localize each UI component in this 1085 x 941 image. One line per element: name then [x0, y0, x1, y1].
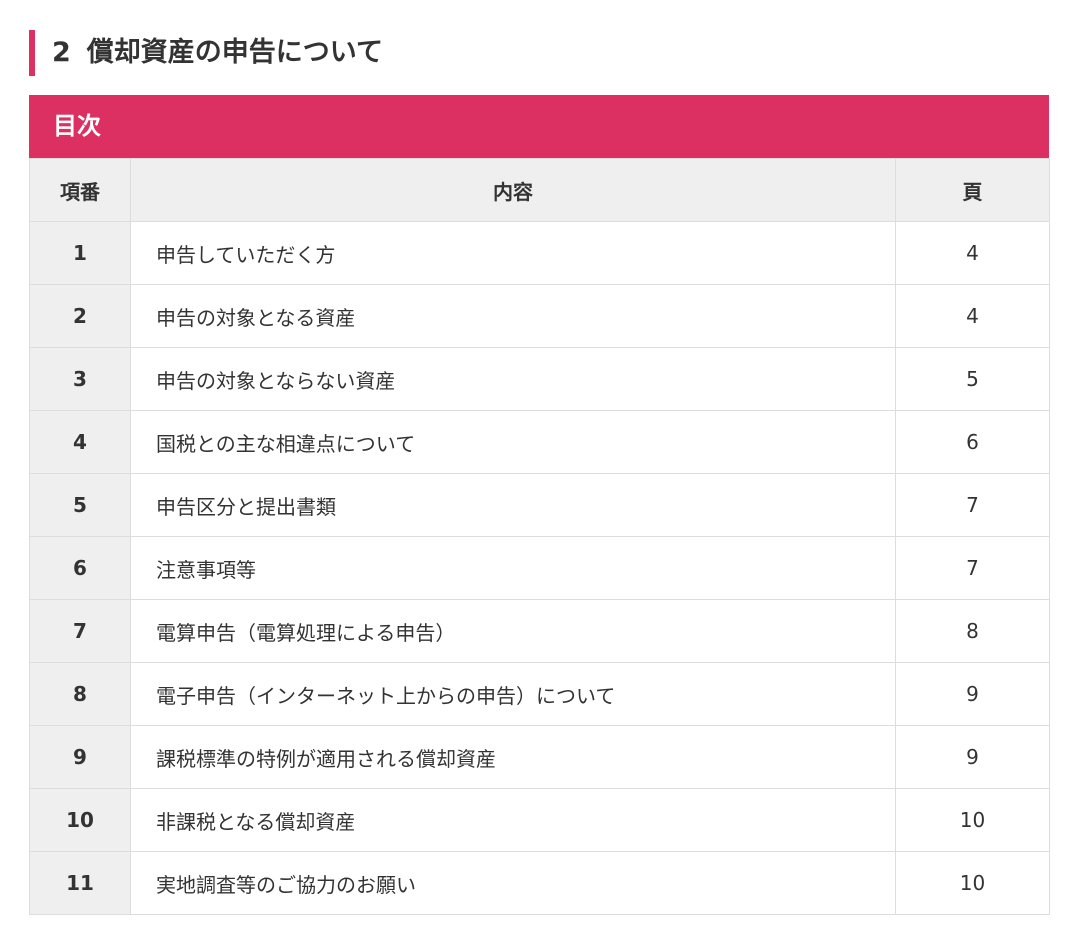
row-content: 申告していただく方	[130, 221, 896, 285]
table-row: 5 申告区分と提出書類 7	[29, 473, 1050, 537]
heading-accent-bar	[29, 30, 35, 76]
column-header-number: 項番	[29, 158, 131, 222]
row-content: 実地調査等のご協力のお願い	[130, 851, 896, 915]
row-number: 10	[29, 788, 131, 852]
column-header-content: 内容	[130, 158, 896, 222]
heading-number: 2	[52, 37, 71, 68]
row-content: 電算申告（電算処理による申告）	[130, 599, 896, 663]
toc-title: 目次	[53, 112, 101, 140]
row-page: 7	[895, 536, 1050, 600]
row-page: 4	[895, 221, 1050, 285]
table-row: 6 注意事項等 7	[29, 536, 1050, 600]
row-number: 7	[29, 599, 131, 663]
row-page: 6	[895, 410, 1050, 474]
row-content: 申告区分と提出書類	[130, 473, 896, 537]
row-number: 3	[29, 347, 131, 411]
toc-title-bar: 目次	[29, 95, 1049, 158]
table-row: 3 申告の対象とならない資産 5	[29, 347, 1050, 411]
row-page: 8	[895, 599, 1050, 663]
table-header-row: 項番 内容 頁	[29, 158, 1050, 222]
row-content: 申告の対象とならない資産	[130, 347, 896, 411]
row-number: 9	[29, 725, 131, 789]
row-content: 申告の対象となる資産	[130, 284, 896, 348]
row-number: 1	[29, 221, 131, 285]
row-content: 国税との主な相違点について	[130, 410, 896, 474]
table-row: 10 非課税となる償却資産 10	[29, 788, 1050, 852]
row-number: 6	[29, 536, 131, 600]
row-number: 5	[29, 473, 131, 537]
row-page: 9	[895, 662, 1050, 726]
heading-title: 償却資産の申告について	[86, 37, 383, 68]
row-content: 非課税となる償却資産	[130, 788, 896, 852]
table-row: 2 申告の対象となる資産 4	[29, 284, 1050, 348]
row-number: 4	[29, 410, 131, 474]
page-title: 2 償却資産の申告について	[52, 30, 383, 76]
column-header-page: 頁	[895, 158, 1050, 222]
table-row: 9 課税標準の特例が適用される償却資産 9	[29, 725, 1050, 789]
table-row: 4 国税との主な相違点について 6	[29, 410, 1050, 474]
row-page: 5	[895, 347, 1050, 411]
row-content: 課税標準の特例が適用される償却資産	[130, 725, 896, 789]
row-content: 注意事項等	[130, 536, 896, 600]
table-row: 7 電算申告（電算処理による申告） 8	[29, 599, 1050, 663]
row-number: 11	[29, 851, 131, 915]
row-page: 7	[895, 473, 1050, 537]
row-page: 4	[895, 284, 1050, 348]
section-heading: 2 償却資産の申告について	[29, 30, 1048, 76]
row-page: 10	[895, 851, 1050, 915]
row-page: 10	[895, 788, 1050, 852]
row-page: 9	[895, 725, 1050, 789]
table-row: 1 申告していただく方 4	[29, 221, 1050, 285]
row-number: 8	[29, 662, 131, 726]
table-row: 11 実地調査等のご協力のお願い 10	[29, 851, 1050, 915]
toc-table: 項番 内容 頁 1 申告していただく方 4 2 申告の対象となる資産 4 3 申…	[29, 158, 1050, 915]
table-row: 8 電子申告（インターネット上からの申告）について 9	[29, 662, 1050, 726]
row-number: 2	[29, 284, 131, 348]
row-content: 電子申告（インターネット上からの申告）について	[130, 662, 896, 726]
